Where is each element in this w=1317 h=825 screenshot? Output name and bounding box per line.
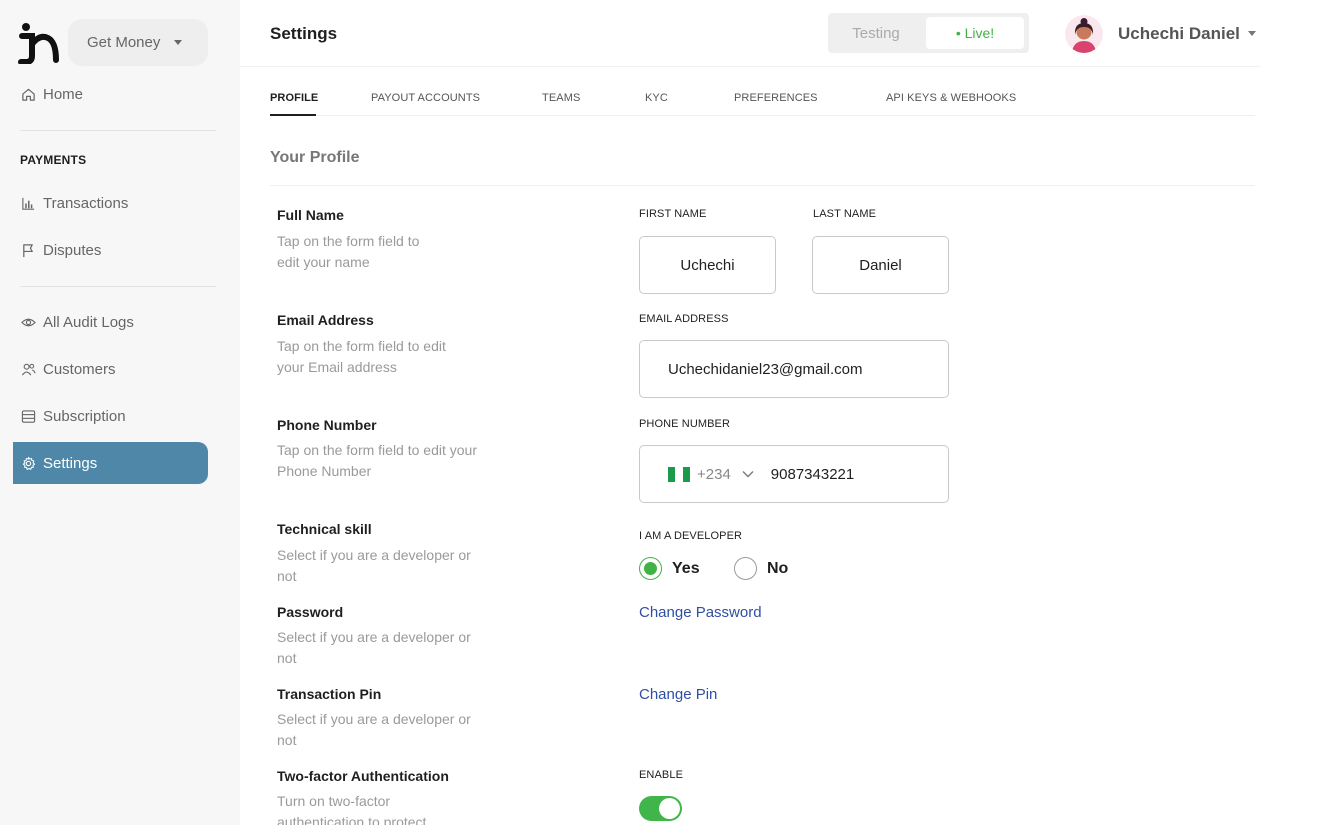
section-divider — [270, 185, 1255, 186]
tab-payout-accounts[interactable]: PAYOUT ACCOUNTS — [371, 92, 480, 104]
environment-toggle[interactable]: Testing • Live! — [828, 13, 1029, 53]
eye-icon — [20, 314, 36, 330]
section-title: Your Profile — [270, 149, 360, 166]
sidebar-item-transactions[interactable]: Transactions — [13, 182, 208, 224]
first-name-label: FIRST NAME — [639, 208, 707, 220]
email-description: Tap on the form field to edit your Email… — [277, 338, 446, 375]
tabs-divider — [270, 115, 1255, 116]
two-factor-title: Two-factor Authentication — [277, 768, 449, 784]
last-name-field[interactable]: Daniel — [812, 236, 949, 294]
phone-description: Tap on the form field to edit your Phone… — [277, 442, 477, 479]
sidebar-item-label: Transactions — [43, 194, 129, 212]
transaction-pin-description: Select if you are a developer or not — [277, 711, 471, 748]
email-title: Email Address — [277, 312, 374, 328]
divider — [20, 286, 216, 287]
email-label: EMAIL ADDRESS — [639, 313, 729, 325]
gear-icon — [20, 455, 36, 471]
radio-checked-icon[interactable] — [639, 557, 662, 580]
home-icon — [20, 86, 36, 102]
first-name-value: Uchechi — [680, 256, 735, 274]
sidebar-item-label: All Audit Logs — [43, 313, 134, 331]
phone-value: 9087343221 — [770, 465, 855, 483]
sidebar-item-customers[interactable]: Customers — [13, 348, 208, 390]
list-icon — [20, 408, 36, 424]
two-factor-description: Turn on two-factor authentication to pro… — [277, 793, 427, 825]
org-name: Get Money — [87, 34, 161, 51]
phone-title: Phone Number — [277, 417, 377, 433]
tab-preferences[interactable]: PREFERENCES — [734, 92, 818, 104]
technical-skill-title: Technical skill — [277, 521, 372, 537]
full-name-title: Full Name — [277, 207, 344, 223]
last-name-label: LAST NAME — [813, 208, 877, 220]
sidebar-item-label: Settings — [43, 454, 98, 472]
sidebar-item-home[interactable]: Home — [13, 73, 208, 115]
sidebar-item-audit-logs[interactable]: All Audit Logs — [13, 301, 208, 343]
full-name-description: Tap on the form field to edit your name — [277, 233, 420, 270]
password-description: Select if you are a developer or not — [277, 629, 471, 666]
sidebar-item-label: Home — [43, 85, 84, 103]
header-divider — [240, 66, 1260, 67]
sidebar-item-disputes[interactable]: Disputes — [13, 229, 208, 271]
org-switcher[interactable]: Get Money — [68, 19, 208, 66]
first-name-field[interactable]: Uchechi — [639, 236, 776, 294]
payments-heading: PAYMENTS — [20, 153, 87, 167]
developer-no-option[interactable]: No — [734, 557, 788, 580]
sidebar-item-label: Disputes — [43, 241, 102, 259]
developer-no-label: No — [767, 559, 789, 577]
sidebar-item-subscription[interactable]: Subscription — [13, 395, 208, 437]
email-field[interactable]: Uchechidaniel23@gmail.com — [639, 340, 949, 398]
change-pin-link[interactable]: Change Pin — [639, 686, 717, 703]
sidebar-item-label: Subscription — [43, 407, 126, 425]
avatar[interactable] — [1065, 15, 1103, 53]
nigeria-flag-icon[interactable] — [668, 466, 690, 482]
change-password-link[interactable]: Change Password — [639, 604, 762, 621]
dial-code[interactable]: +234 — [697, 466, 731, 483]
email-value: Uchechidaniel23@gmail.com — [668, 360, 863, 378]
users-icon — [20, 361, 36, 377]
divider — [20, 130, 216, 131]
env-testing-option[interactable]: Testing — [828, 13, 924, 53]
enable-label: ENABLE — [639, 769, 684, 781]
phone-field[interactable]: +234 9087343221 — [639, 445, 949, 503]
chevron-down-icon[interactable] — [741, 467, 755, 481]
bar-chart-icon — [20, 195, 36, 211]
sidebar-item-label: Customers — [43, 360, 116, 378]
brand-logo-icon[interactable] — [18, 22, 62, 64]
password-title: Password — [277, 604, 344, 620]
tab-teams[interactable]: TEAMS — [542, 92, 580, 104]
caret-down-icon[interactable] — [1248, 31, 1256, 36]
flag-icon — [20, 242, 36, 258]
last-name-value: Daniel — [859, 256, 902, 274]
caret-down-icon — [174, 40, 183, 45]
developer-yes-option[interactable]: Yes — [639, 557, 700, 580]
sidebar-item-settings[interactable]: Settings — [13, 442, 208, 484]
developer-yes-label: Yes — [672, 559, 700, 577]
developer-label: I AM A DEVELOPER — [639, 530, 743, 542]
tab-kyc[interactable]: KYC — [645, 92, 668, 104]
tab-profile[interactable]: PROFILE — [270, 92, 318, 104]
two-factor-toggle[interactable] — [639, 796, 682, 821]
user-name[interactable]: Uchechi Daniel — [1118, 24, 1240, 44]
tab-api-keys-webhooks[interactable]: API KEYS & WEBHOOKS — [886, 92, 1016, 104]
radio-unchecked-icon[interactable] — [734, 557, 757, 580]
sidebar: Get Money Home PAYMENTS Transactions Dis… — [0, 0, 240, 825]
env-live-option[interactable]: • Live! — [926, 17, 1024, 49]
phone-label: PHONE NUMBER — [639, 418, 731, 430]
technical-skill-description: Select if you are a developer or not — [277, 547, 471, 584]
transaction-pin-title: Transaction Pin — [277, 686, 382, 702]
page-title: Settings — [270, 24, 338, 43]
active-tab-indicator — [270, 114, 316, 116]
